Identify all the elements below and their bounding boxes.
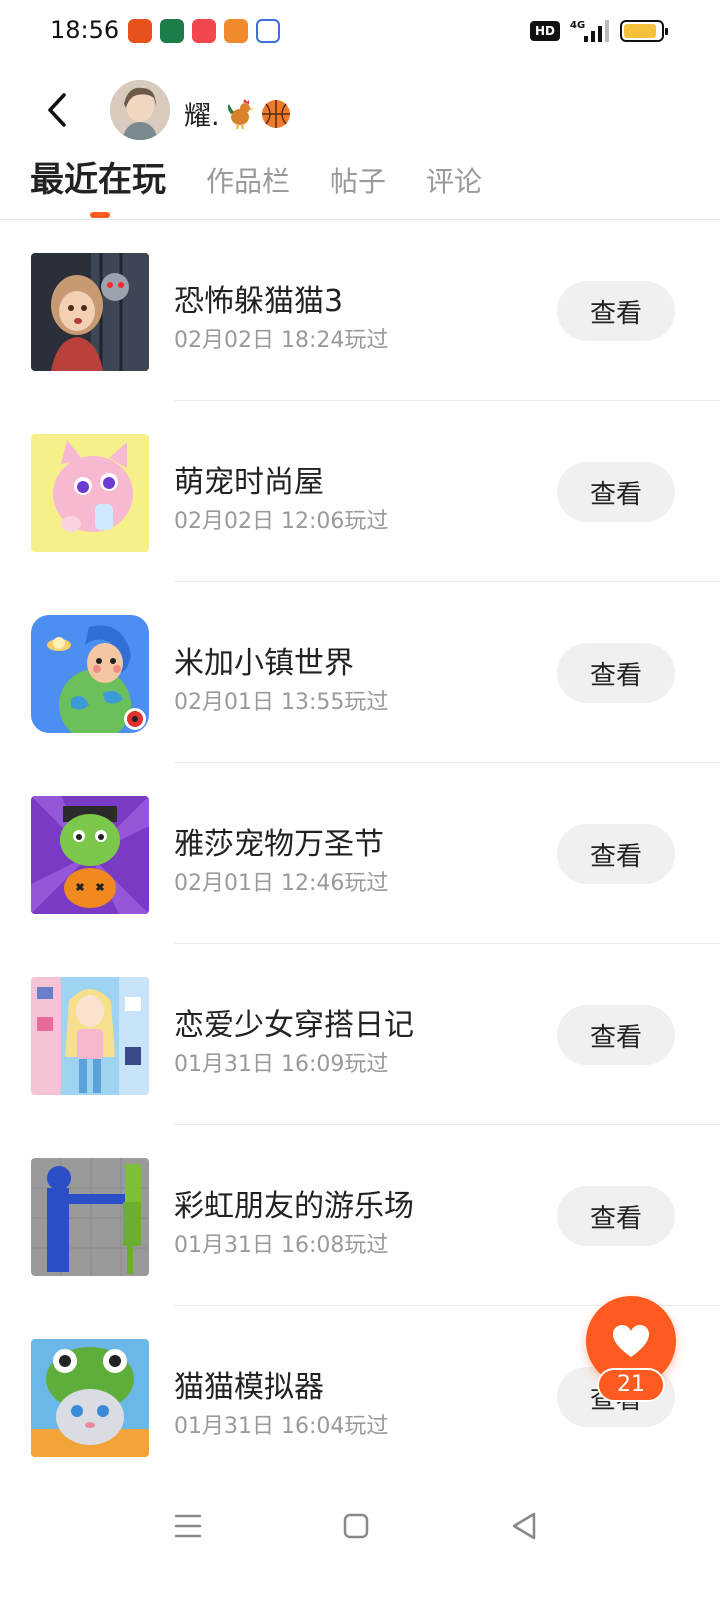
view-button[interactable]: 查看 <box>557 1005 675 1065</box>
view-button[interactable]: 查看 <box>557 824 675 884</box>
baidu-app-icon <box>256 19 280 43</box>
view-button[interactable]: 查看 <box>557 462 675 522</box>
game-played-time: 02月01日 12:46玩过 <box>174 871 389 896</box>
game-thumbnail <box>31 615 149 733</box>
rooster-emoji-icon <box>227 98 254 129</box>
battery-level <box>624 24 657 38</box>
game-row[interactable]: 恐怖躲猫猫3 02月02日 18:24玩过 查看 <box>0 220 720 401</box>
book-app-icon <box>224 19 248 43</box>
game-played-time: 02月02日 18:24玩过 <box>174 328 389 353</box>
game-thumbnail <box>31 796 149 914</box>
user-name-text: 耀. <box>184 101 220 132</box>
back-triangle-icon <box>512 1512 536 1540</box>
oppo-app-icon <box>160 19 184 43</box>
tab-comments[interactable]: 评论 <box>426 160 482 200</box>
home-button[interactable] <box>338 1508 374 1544</box>
active-tab-indicator <box>90 212 110 218</box>
pumpkin-app-icon <box>128 19 152 43</box>
recently-played-list: 恐怖躲猫猫3 02月02日 18:24玩过 查看 萌宠时尚屋 02月02日 12… <box>0 220 720 1487</box>
game-title: 米加小镇世界 <box>174 646 354 681</box>
game-row[interactable]: 恋爱少女穿搭日记 01月31日 16:09玩过 查看 <box>0 944 720 1125</box>
user-avatar[interactable] <box>110 80 170 140</box>
tab-works[interactable]: 作品栏 <box>206 160 290 200</box>
game-row[interactable]: 彩虹朋友的游乐场 01月31日 16:08玩过 查看 <box>0 1125 720 1306</box>
user-name: 耀. <box>184 94 292 133</box>
view-button[interactable]: 查看 <box>557 1186 675 1246</box>
game-played-time: 01月31日 16:08玩过 <box>174 1233 389 1258</box>
signal-icon: 4G <box>570 20 609 42</box>
game-thumbnail <box>31 253 149 371</box>
game-title: 恋爱少女穿搭日记 <box>174 1008 414 1043</box>
hd-badge: HD <box>529 21 560 41</box>
back-nav-button[interactable] <box>506 1508 542 1544</box>
game-thumbnail <box>31 1339 149 1457</box>
basketball-emoji-icon <box>261 99 290 128</box>
game-title: 恐怖躲猫猫3 <box>174 284 344 319</box>
tab-recently-played[interactable]: 最近在玩 <box>30 152 166 201</box>
game-title: 猫猫模拟器 <box>174 1370 324 1405</box>
game-thumbnail <box>31 977 149 1095</box>
network-label: 4G <box>570 20 585 31</box>
status-indicators: HD 4G <box>529 18 668 44</box>
home-icon <box>343 1513 369 1539</box>
system-navigation-bar <box>0 1490 720 1560</box>
menu-icon <box>174 1514 202 1538</box>
avatar-image <box>110 80 170 140</box>
game-played-time: 02月02日 12:06玩过 <box>174 509 389 534</box>
view-button[interactable]: 查看 <box>557 643 675 703</box>
chevron-left-icon <box>48 93 66 127</box>
game-title: 彩虹朋友的游乐场 <box>174 1189 414 1224</box>
game-thumbnail <box>31 434 149 552</box>
music-app-icon <box>192 19 216 43</box>
heart-icon <box>613 1325 649 1357</box>
game-row[interactable]: 米加小镇世界 02月01日 13:55玩过 查看 <box>0 582 720 763</box>
game-played-time: 01月31日 16:09玩过 <box>174 1052 389 1077</box>
status-time: 18:56 <box>50 16 120 44</box>
game-thumbnail <box>31 1158 149 1276</box>
profile-tabs: 最近在玩 作品栏 帖子 评论 <box>30 152 522 201</box>
game-played-time: 02月01日 13:55玩过 <box>174 690 389 715</box>
tab-posts[interactable]: 帖子 <box>330 160 386 200</box>
notification-icons <box>128 19 280 43</box>
back-button[interactable] <box>34 86 82 134</box>
menu-button[interactable] <box>170 1508 206 1544</box>
game-played-time: 01月31日 16:04玩过 <box>174 1414 389 1439</box>
game-row[interactable]: 雅莎宠物万圣节 02月01日 12:46玩过 查看 <box>0 763 720 944</box>
battery-icon <box>620 20 668 42</box>
status-bar: 18:56 HD 4G <box>0 0 720 64</box>
game-title: 雅莎宠物万圣节 <box>174 827 384 862</box>
view-button[interactable]: 查看 <box>557 281 675 341</box>
game-row[interactable]: 萌宠时尚屋 02月02日 12:06玩过 查看 <box>0 401 720 582</box>
like-count-badge: 21 <box>597 1368 665 1402</box>
game-title: 萌宠时尚屋 <box>174 465 324 500</box>
